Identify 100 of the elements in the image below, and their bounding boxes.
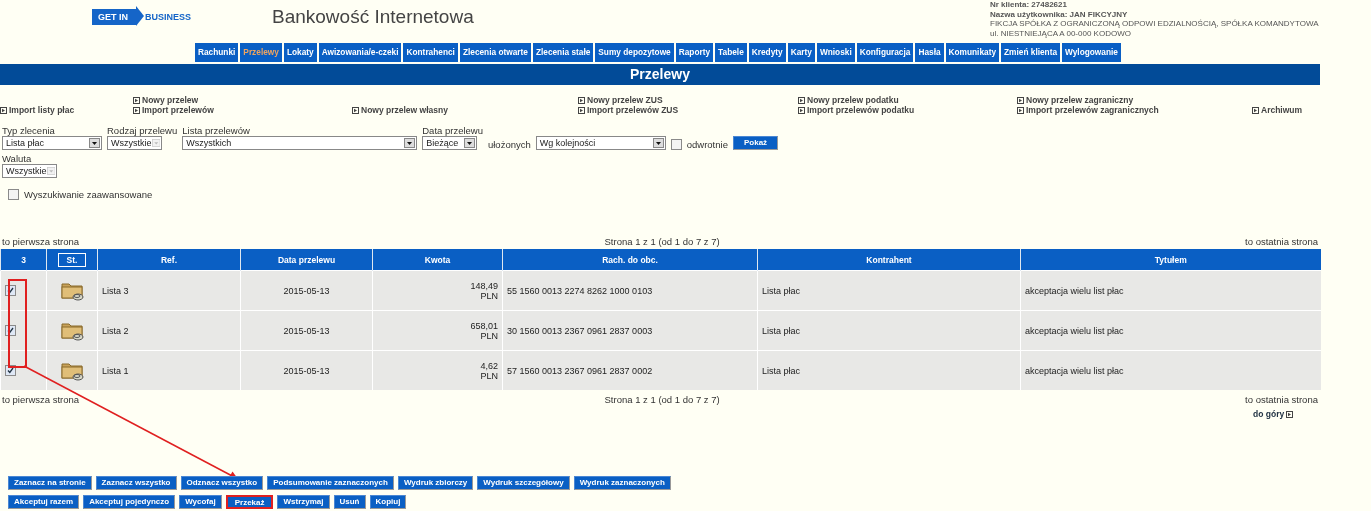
sort-label: ułożonych (487, 139, 531, 150)
action-link[interactable]: Import przelewów podatku (798, 105, 1017, 115)
nav-tab[interactable]: Konfiguracja (856, 43, 914, 62)
action-button[interactable]: Odznacz wszystko (180, 476, 264, 490)
row-checkbox[interactable] (5, 285, 16, 296)
table-cell: akceptacja wielu list płac (1020, 350, 1321, 390)
first-page-link[interactable]: to pierwsza strona (2, 393, 80, 405)
nav-tab[interactable]: Kontrahenci (403, 43, 458, 62)
nav-tab[interactable]: Zmień klienta (1001, 43, 1061, 62)
table-cell: Lista 3 (97, 270, 241, 311)
nav-tab[interactable]: Hasła (915, 43, 944, 62)
action-link[interactable]: Import przelewów ZUS (578, 105, 798, 115)
action-link[interactable]: Import przelewów zagranicznych (1017, 105, 1252, 115)
nav-tab[interactable]: Lokaty (283, 43, 317, 62)
table-cell: 2015-05-13 (240, 350, 373, 390)
filter-label: Data przelewu (422, 125, 483, 136)
dropdown-field[interactable]: Wg kolejności (535, 136, 666, 150)
client-info: Nazwa użytkownika: JAN FIKCYJNY (990, 9, 1129, 19)
dropdown-field[interactable]: Lista płac (2, 136, 102, 150)
table-cell: Lista 2 (97, 310, 241, 351)
arrow-square-icon (798, 96, 805, 104)
action-button[interactable]: Akceptuj pojedynczo (83, 495, 176, 509)
column-header: Kontrahent (757, 249, 1021, 271)
amount-cell-text: 658,01 PLN (469, 320, 498, 341)
action-button[interactable]: Wstrzymaj (277, 495, 330, 509)
arrow-square-icon (1017, 106, 1024, 114)
action-button[interactable]: Zaznacz wszystko (95, 476, 177, 490)
table-cell: Lista płac (757, 350, 1021, 390)
advanced-search-checkbox[interactable] (8, 189, 19, 200)
show-button[interactable]: Pokaż (732, 136, 779, 150)
table-cell: 2015-05-13 (240, 270, 373, 311)
page-info: Strona 1 z 1 (od 1 do 7 z 7) (604, 393, 720, 405)
column-header: Tytułem (1020, 249, 1321, 271)
action-button[interactable]: Wydruk szczegółowy (477, 476, 570, 490)
table-cell: 57 1560 0013 2367 0961 2837 0002 (502, 350, 758, 390)
nav-tab[interactable]: Tabele (715, 43, 747, 62)
amount-cell-text: 4,62 PLN (479, 360, 498, 381)
client-info: ul. NIESTNIEJĄCA A 00-000 KODOWO (990, 28, 1132, 38)
action-button[interactable]: Akceptuj razem (8, 495, 80, 509)
action-button[interactable]: Kopiuj (369, 495, 407, 509)
action-link[interactable]: Nowy przelew podatku (798, 95, 1017, 105)
row-checkbox[interactable] (5, 325, 16, 336)
column-header: 3 (0, 249, 47, 271)
back-to-top-link[interactable]: do góry (1253, 409, 1320, 419)
site-title: Bankowość Internetowa (272, 6, 475, 28)
column-header: Ref. (97, 249, 241, 271)
nav-tab[interactable]: Wnioski (816, 43, 855, 62)
action-link[interactable]: Archiwum (1252, 105, 1320, 115)
dropdown-field[interactable]: Wszystkich (182, 136, 418, 150)
action-button[interactable]: Zaznacz na stronie (8, 476, 92, 490)
nav-tab[interactable]: Sumy depozytowe (595, 43, 674, 62)
action-button[interactable]: Wycofaj (179, 495, 222, 509)
arrow-square-icon (0, 106, 7, 114)
action-button[interactable]: Wydruk zbiorczy (397, 476, 474, 490)
table-cell: Lista płac (757, 270, 1021, 311)
nav-tab[interactable]: Zlecenia stałe (532, 43, 594, 62)
nav-tab[interactable]: Awizowania/e-czeki (318, 43, 402, 62)
section-title: Przelewy (0, 64, 1320, 85)
action-button[interactable]: Przekaż (225, 495, 274, 509)
arrow-square-icon (578, 96, 585, 104)
nav-tab[interactable]: Raporty (675, 43, 714, 62)
client-info: FIKCJA SPÓŁKA Z OGRANICZONĄ ODPOWI EDZIALNOŚCIĄ, SPÓŁKA KOMANDYTOWA (990, 19, 1319, 29)
action-link[interactable]: Import przelewów (133, 105, 352, 115)
arrow-square-icon (1017, 96, 1024, 104)
row-checkbox[interactable] (5, 365, 16, 376)
bank-logo: GET IN BUSINESS (92, 9, 272, 25)
page-info: Strona 1 z 1 (od 1 do 7 z 7) (604, 235, 720, 247)
action-link[interactable]: Nowy przelew własny (352, 105, 578, 115)
nav-tab[interactable]: Komunikaty (945, 43, 1000, 62)
reverse-label: odwrotnie (686, 139, 728, 150)
nav-tab[interactable]: Kredyty (748, 43, 786, 62)
column-header: Rach. do obc. (502, 249, 758, 271)
advanced-search-label: Wyszukiwanie zaawansowane (24, 189, 153, 200)
filter-label: Typ zlecenia (2, 125, 56, 136)
arrow-square-icon (798, 106, 805, 114)
client-info: Nr klienta: 27482621 (990, 0, 1068, 10)
action-button[interactable]: Usuń (333, 495, 366, 509)
nav-tab[interactable]: Rachunki (195, 43, 239, 62)
dropdown-field[interactable]: Bieżące (422, 136, 478, 150)
nav-tab[interactable]: Wylogowanie (1062, 43, 1121, 62)
first-page-link[interactable]: to pierwsza strona (2, 235, 80, 247)
table-cell: Lista 1 (97, 350, 241, 390)
arrow-square-icon (133, 96, 140, 104)
action-button[interactable]: Wydruk zaznaczonych (573, 476, 671, 490)
action-link[interactable]: Nowy przelew ZUS (578, 95, 798, 105)
amount-cell-text: 148,49 PLN (469, 280, 498, 301)
table-cell: 2015-05-13 (240, 310, 373, 351)
reverse-checkbox[interactable] (670, 139, 682, 150)
filter-label: Lista przelewów (182, 125, 251, 136)
arrow-square-icon (578, 106, 585, 114)
action-link[interactable]: Nowy przelew zagraniczny (1017, 95, 1252, 105)
arrow-square-icon (1286, 410, 1294, 418)
nav-tab[interactable]: Karty (787, 43, 815, 62)
last-page-link[interactable]: to ostatnia strona (1245, 393, 1318, 405)
action-link[interactable]: Import listy płac (0, 105, 133, 115)
action-link[interactable]: Nowy przelew (133, 95, 352, 105)
table-cell: akceptacja wielu list płac (1020, 310, 1321, 351)
action-button[interactable]: Podsumowanie zaznaczonych (267, 476, 394, 490)
nav-tab[interactable]: Zlecenia otwarte (459, 43, 531, 62)
last-page-link[interactable]: to ostatnia strona (1245, 235, 1318, 247)
